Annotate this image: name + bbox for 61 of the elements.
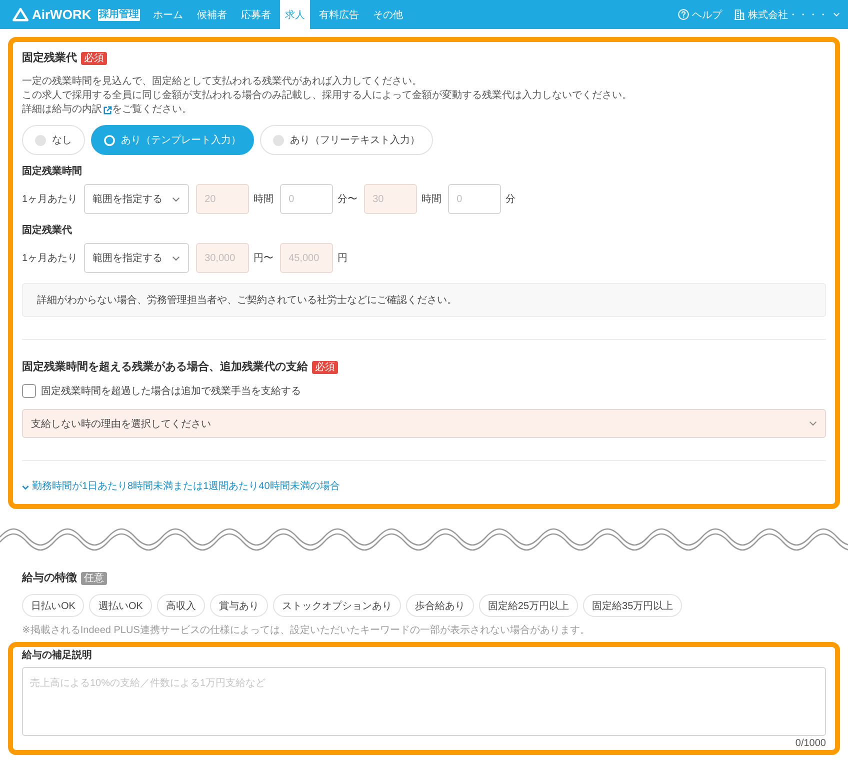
feature-tag[interactable]: 日払いOK	[22, 594, 84, 617]
chevron-down-icon	[22, 484, 29, 490]
caret-icon	[833, 12, 840, 17]
character-counter: 0/1000	[795, 738, 826, 750]
chevron-down-icon	[809, 421, 817, 426]
radio-icon	[35, 134, 46, 146]
building-icon	[734, 9, 745, 20]
radio-option[interactable]: なし	[22, 125, 85, 155]
required-tag: 必須	[312, 360, 338, 374]
feature-tag[interactable]: 賞与あり	[210, 594, 268, 617]
unit-label: 円	[338, 252, 348, 265]
feature-tag[interactable]: 固定給35万円以上	[583, 594, 682, 617]
range-select[interactable]: 範囲を指定する	[84, 243, 189, 273]
unit-label: 時間	[422, 192, 442, 206]
help-icon	[678, 9, 689, 20]
range-select[interactable]: 範囲を指定する	[84, 184, 189, 214]
required-tag: 必須	[81, 52, 107, 64]
unit-label: 時間	[254, 192, 274, 206]
number-input[interactable]: 0	[280, 184, 333, 214]
feature-tag[interactable]: 週払いOK	[89, 594, 152, 617]
field-label: 固定残業時間	[22, 164, 82, 179]
number-input[interactable]: 45,000	[280, 243, 333, 273]
salary-breakdown-link[interactable]: 給与の内訳	[52, 103, 112, 117]
optional-tag: 任意	[81, 572, 107, 584]
external-link-icon	[103, 106, 112, 114]
note-text: ※掲載されるIndeed PLUS連携サービスの仕様によっては、設定いただいたキーワードの一部が表示されない場合があります。	[22, 625, 590, 637]
per-month-label: 1ヶ月あたり	[22, 252, 78, 265]
feature-tag[interactable]: ストックオプションあり	[272, 594, 401, 617]
description-text: 一定の残業時間を見込んで、固定給として支払われる残業代があれば入力してください。	[22, 75, 422, 89]
logo-icon	[12, 7, 29, 22]
info-notice: 詳細がわからない場合、労務管理担当者や、ご契約されている社労士などにご確認ください。	[22, 283, 826, 317]
section-title: 給与の補足説明	[22, 649, 92, 663]
section-title: 固定残業代	[22, 50, 77, 66]
radio-icon	[104, 134, 115, 146]
reason-select[interactable]: 支給しない時の理由を選択してください	[22, 409, 826, 438]
field-label: 固定残業代	[22, 223, 72, 238]
feature-tag[interactable]: 高収入	[156, 594, 205, 617]
section-title: 給与の特徴	[22, 570, 77, 586]
supplement-textarea[interactable]: 売上高による10%の支給／件数による1万円支給など	[22, 667, 826, 736]
number-input[interactable]: 20	[196, 184, 249, 214]
chevron-down-icon	[172, 196, 180, 202]
section-title: 固定残業時間を超える残業がある場合、追加残業代の支給	[22, 360, 308, 375]
radio-option[interactable]: あり（フリーテキスト入力）	[260, 125, 433, 155]
number-input[interactable]: 30,000	[196, 243, 249, 273]
feature-tag[interactable]: 歩合給あり	[406, 594, 474, 617]
condition-link[interactable]: 勤務時間が1日あたり8時間未満または1週間あたり40時間未満の場合	[22, 479, 340, 495]
logo-text: AirWORK	[32, 7, 92, 22]
radio-icon	[273, 134, 284, 146]
description-text: 詳細は給与の内訳 をご覧ください。	[22, 103, 192, 117]
unit-label: 分	[506, 193, 516, 206]
checkbox[interactable]	[22, 384, 36, 398]
number-input[interactable]: 0	[448, 184, 501, 214]
product-label: 採用管理	[98, 8, 140, 20]
feature-tag[interactable]: 固定給25万円以上	[478, 594, 578, 617]
chevron-down-icon	[172, 256, 180, 260]
unit-label: 分〜	[338, 193, 358, 206]
description-text: この求人で採用する全員に同じ金額が支払われる場合のみ記載し、採用する人によって金額が変動する残業代は入力しないでください。	[22, 89, 632, 103]
checkbox-label: 固定残業時間を超過した場合は追加で残業手当を支給する	[41, 384, 301, 398]
unit-label: 円〜	[254, 252, 274, 265]
per-month-label: 1ヶ月あたり	[22, 193, 78, 206]
number-input[interactable]: 30	[364, 184, 417, 214]
